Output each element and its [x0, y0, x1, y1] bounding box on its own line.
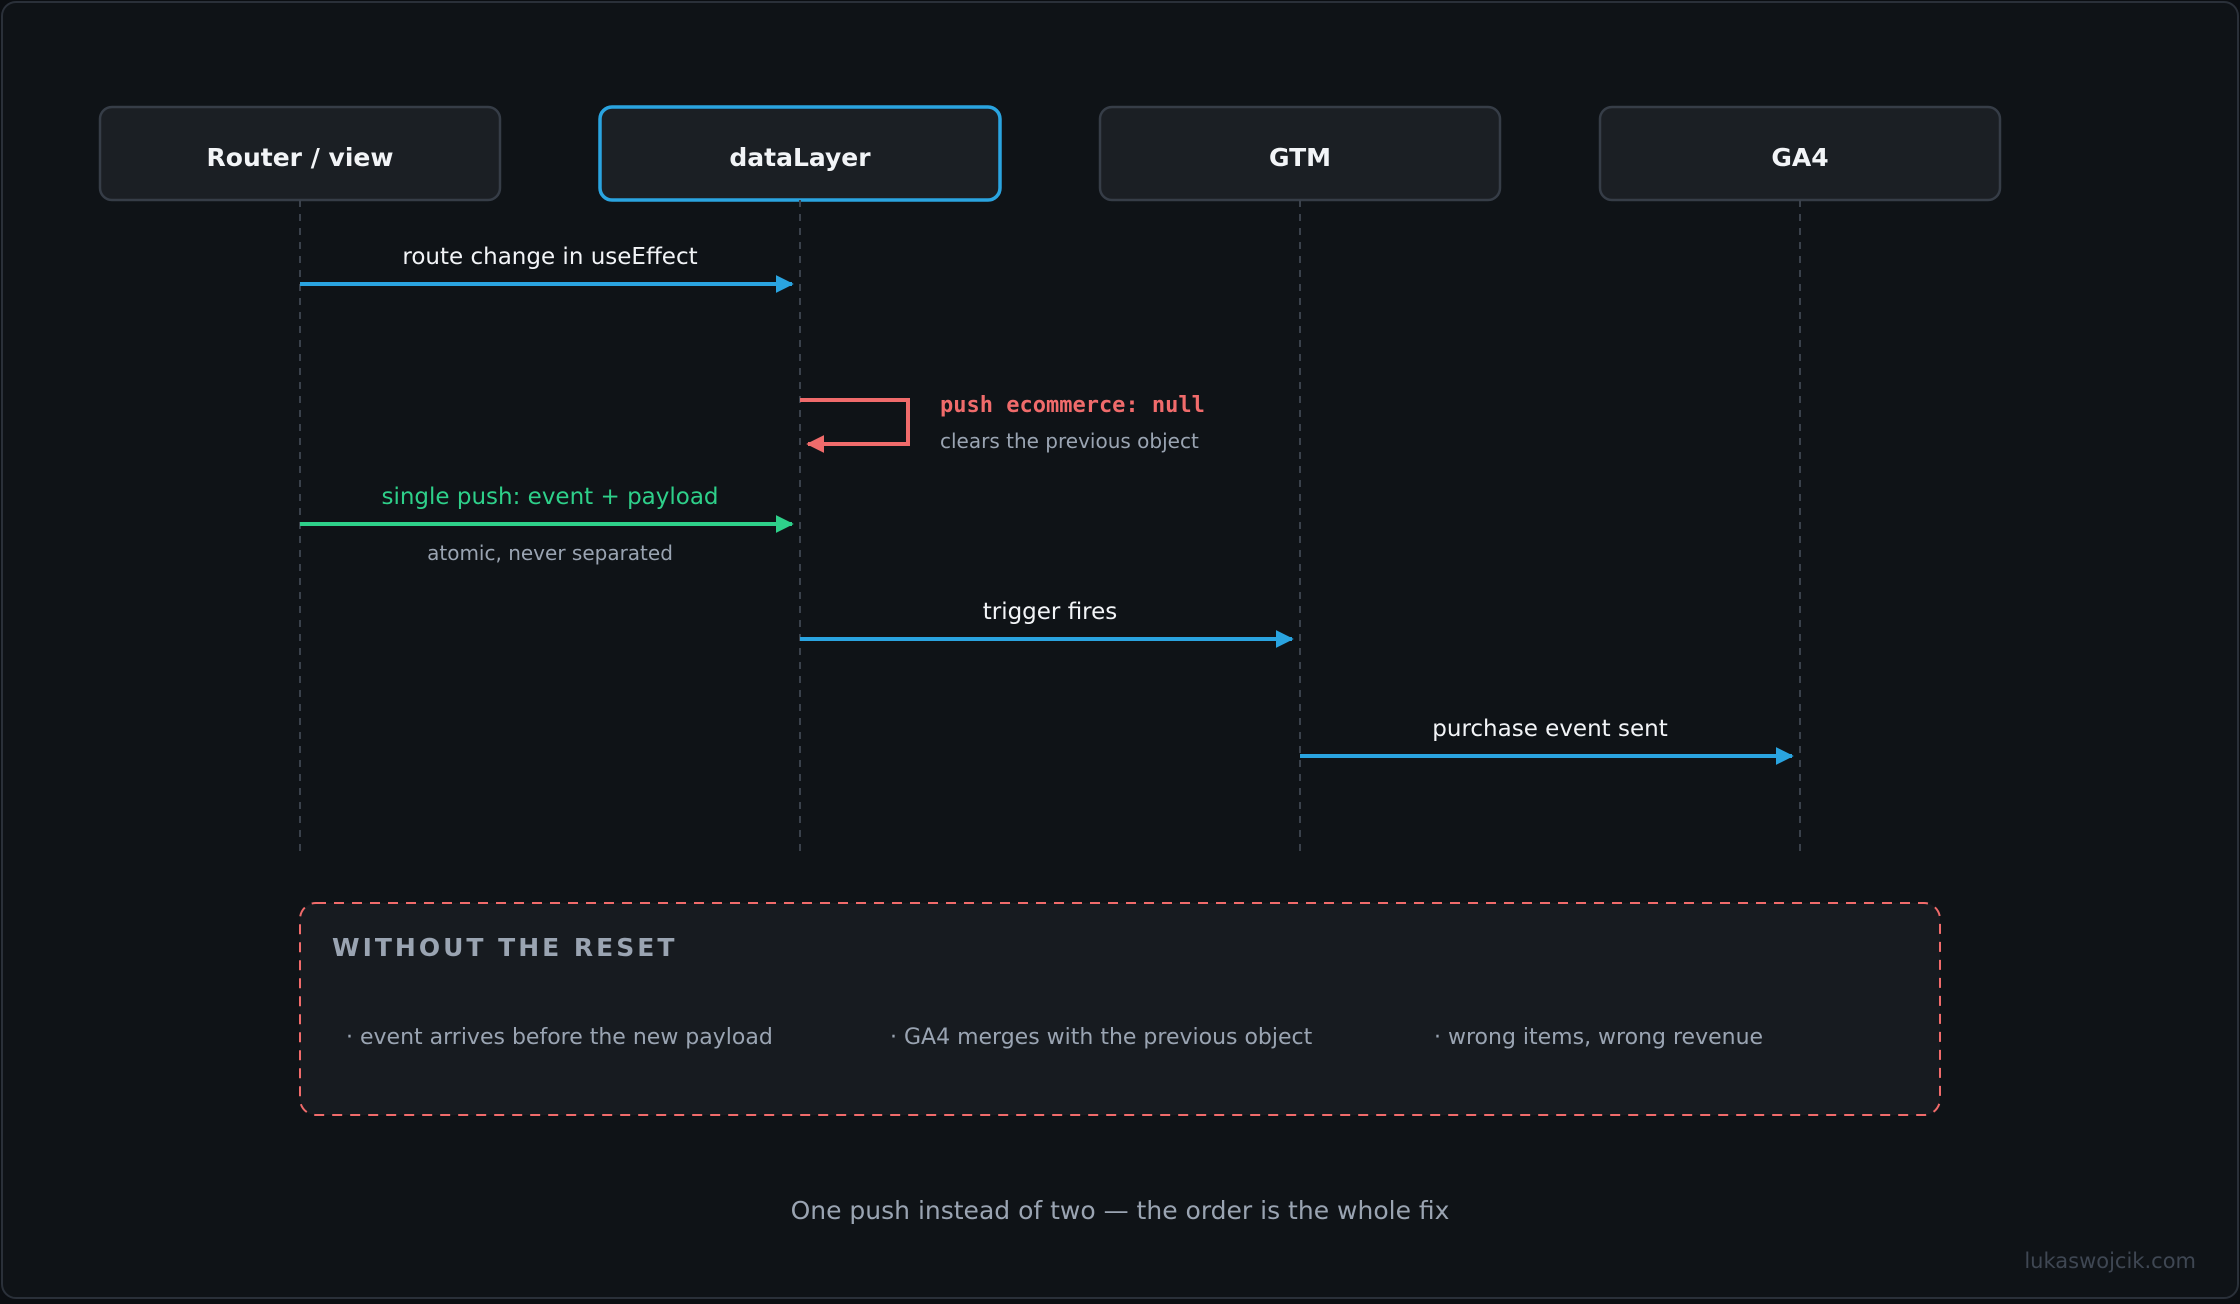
message-single-push-label: single push: event + payload [381, 484, 718, 510]
participant-label: GA4 [1771, 143, 1828, 172]
participant-gtm: GTM [1098, 105, 1502, 202]
message-single-push-note: atomic, never separated [427, 541, 673, 565]
reset-note: clears the previous object [940, 429, 1199, 453]
participant-label: dataLayer [729, 143, 871, 172]
participant-label: Router / view [207, 143, 394, 172]
warning-item: · wrong items, wrong revenue [1434, 1025, 1763, 1050]
message-purchase-label: purchase event sent [1432, 716, 1667, 742]
warning-item: · event arrives before the new payload [346, 1025, 773, 1050]
warning-item: · GA4 merges with the previous object [890, 1025, 1313, 1050]
diagram-canvas: Router / view dataLayer GTM GA4 route ch… [0, 0, 2240, 1300]
sequence-diagram: Router / view dataLayer GTM GA4 route ch… [1, 1, 2239, 1299]
message-route-change-label: route change in useEffect [402, 244, 697, 270]
reset-label: push ecommerce: null [940, 393, 1205, 418]
participant-datalayer: dataLayer [598, 105, 1002, 202]
participant-label: GTM [1269, 143, 1331, 172]
watermark: lukaswojcik.com [2024, 1249, 2196, 1273]
participant-ga4: GA4 [1598, 105, 2002, 202]
participant-router: Router / view [98, 105, 502, 202]
warning-title: WITHOUT THE RESET [332, 933, 677, 962]
warning-box: WITHOUT THE RESET · event arrives before… [299, 902, 1941, 1116]
caption: One push instead of two — the order is t… [791, 1196, 1450, 1225]
message-trigger-label: trigger fires [983, 599, 1118, 625]
